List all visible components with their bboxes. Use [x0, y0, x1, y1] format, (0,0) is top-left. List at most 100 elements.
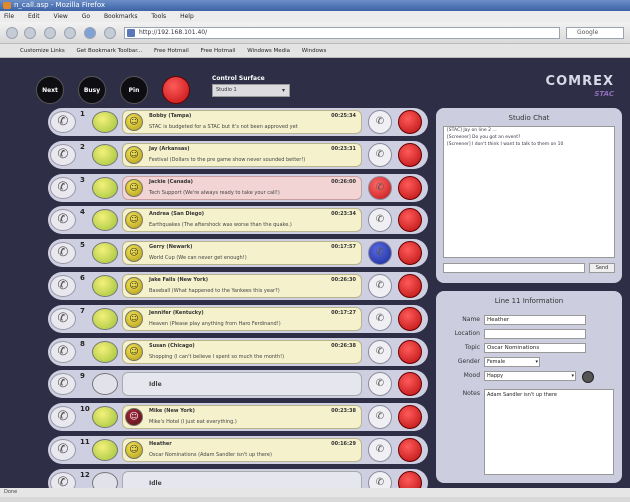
back-icon[interactable]: [6, 27, 18, 39]
call-line-row[interactable]: ✆ 7 ☺ Jennifer (Kentucky) 00:17:27 Heaven (Pl…: [48, 304, 428, 333]
hangup-button[interactable]: [398, 175, 422, 200]
handset-icon[interactable]: ✆: [50, 439, 76, 461]
chat-input[interactable]: [443, 263, 585, 273]
caller-card[interactable]: ☺ Heather 00:16:29 Oscar Nominations (Adam …: [122, 438, 362, 462]
menu-go[interactable]: Go: [82, 13, 90, 20]
stop-icon[interactable]: [64, 27, 76, 39]
handset-icon[interactable]: ✆: [50, 143, 76, 166]
handset-icon[interactable]: ✆: [50, 111, 76, 133]
bookmark-item[interactable]: Get Bookmark Toolbar...: [77, 48, 143, 54]
air-button[interactable]: ✆: [368, 274, 392, 298]
notes-field[interactable]: Adam Sandler isn't up there: [484, 389, 614, 475]
caller-card[interactable]: ☺ Susan (Chicago) 00:26:38 Shopping (I can'…: [122, 339, 362, 364]
menu-edit[interactable]: Edit: [28, 13, 40, 20]
menu-tools[interactable]: Tools: [151, 13, 166, 20]
handset-icon[interactable]: ✆: [50, 242, 76, 265]
call-line-row[interactable]: ✆ 5 ☹ Gerry (Newark) 00:17:57 World Cup (We c…: [48, 239, 428, 268]
bookmark-item[interactable]: Free Hotmail: [201, 48, 236, 54]
bookmark-item[interactable]: Customize Links: [20, 48, 65, 54]
call-line-row[interactable]: ✆ 10 ☺ Mike (New York) 00:23:38 Mike's Hotel …: [48, 403, 428, 432]
air-button[interactable]: ✆: [368, 372, 392, 397]
air-button[interactable]: ✆: [368, 208, 392, 233]
bookmark-item[interactable]: Windows Media: [247, 48, 290, 54]
air-button[interactable]: ✆: [368, 339, 392, 364]
call-line-row[interactable]: ✆ 2 ☺ Jay (Arkansas) 00:23:31 Festival (Dolla…: [48, 140, 428, 169]
control-surface-select[interactable]: Studio 1: [212, 84, 290, 97]
search-input[interactable]: Google: [566, 27, 624, 39]
menu-help[interactable]: Help: [180, 13, 194, 20]
gender-select[interactable]: Female ▾: [484, 357, 540, 367]
next-button[interactable]: Next: [36, 76, 64, 104]
line-status-button[interactable]: [92, 275, 118, 297]
handset-icon[interactable]: ✆: [50, 373, 76, 396]
location-field[interactable]: [484, 329, 586, 339]
call-line-row[interactable]: ✆ 8 ☺ Susan (Chicago) 00:26:38 Shopping (I ca…: [48, 337, 428, 366]
air-button[interactable]: ✆: [368, 241, 392, 266]
menu-view[interactable]: View: [54, 13, 68, 20]
line-status-button[interactable]: [92, 340, 118, 363]
handset-icon[interactable]: ✆: [50, 340, 76, 363]
handset-icon[interactable]: ✆: [50, 275, 76, 297]
call-line-row[interactable]: ✆ 1 ☺ Bobby (Tampa) 00:25:34 STAC is budgeted…: [48, 108, 428, 136]
address-bar[interactable]: http://192.168.101.40/: [124, 27, 560, 39]
call-line-row[interactable]: ✆ 4 ☺ Andrea (San Diego) 00:23:34 Earthquakes…: [48, 206, 428, 235]
caller-card[interactable]: ☺ Andrea (San Diego) 00:23:34 Earthquakes (…: [122, 208, 362, 233]
line-status-button[interactable]: [92, 373, 118, 396]
air-button[interactable]: ✆: [368, 306, 392, 331]
name-field[interactable]: Heather: [484, 315, 586, 325]
send-button[interactable]: Send: [589, 263, 615, 273]
menu-file[interactable]: File: [4, 13, 14, 20]
hangup-button[interactable]: [398, 405, 422, 430]
handset-icon[interactable]: ✆: [50, 209, 76, 232]
line-status-button[interactable]: [92, 143, 118, 166]
line-status-button[interactable]: [92, 176, 118, 199]
call-line-row[interactable]: ✆ 9 Idle ✆: [48, 370, 428, 399]
line-status-button[interactable]: [92, 242, 118, 265]
menu-bookmarks[interactable]: Bookmarks: [104, 13, 138, 20]
air-button[interactable]: ✆: [368, 438, 392, 462]
hangup-button[interactable]: [398, 208, 422, 233]
forward-icon[interactable]: [24, 27, 36, 39]
caller-card[interactable]: ☺ Bobby (Tampa) 00:25:34 STAC is budgeted f…: [122, 110, 362, 134]
caller-card[interactable]: Idle: [122, 372, 362, 397]
air-button[interactable]: ✆: [368, 142, 392, 167]
home-icon[interactable]: [84, 27, 96, 39]
reload-icon[interactable]: [44, 27, 56, 39]
caller-card[interactable]: ☺ Jennifer (Kentucky) 00:17:27 Heaven (Plea…: [122, 306, 362, 331]
hangup-button[interactable]: [398, 110, 422, 134]
caller-card[interactable]: ☺ Jackie (Canada) 00:26:00 Tech Support (We…: [122, 175, 362, 200]
line-status-button[interactable]: [92, 307, 118, 330]
air-button[interactable]: ✆: [368, 175, 392, 200]
busy-button[interactable]: Busy: [78, 76, 106, 104]
go-icon[interactable]: [104, 27, 116, 39]
air-button[interactable]: ✆: [368, 110, 392, 134]
hangup-button[interactable]: [398, 372, 422, 397]
handset-icon[interactable]: ✆: [50, 307, 76, 330]
line-status-button[interactable]: [92, 439, 118, 461]
hangup-button[interactable]: [398, 438, 422, 462]
bookmark-item[interactable]: Free Hotmail: [154, 48, 189, 54]
record-button[interactable]: [162, 76, 190, 104]
topic-field[interactable]: Oscar Nominations: [484, 343, 586, 353]
line-status-button[interactable]: [92, 406, 118, 429]
hangup-button[interactable]: [398, 241, 422, 266]
hangup-button[interactable]: [398, 274, 422, 298]
call-line-row[interactable]: ✆ 6 ☺ Jake Falls (New York) 00:26:30 Baseball…: [48, 272, 428, 300]
handset-icon[interactable]: ✆: [50, 176, 76, 199]
air-button[interactable]: ✆: [368, 405, 392, 430]
line-status-button[interactable]: [92, 209, 118, 232]
caller-card[interactable]: ☺ Mike (New York) 00:23:38 Mike's Hotel (I …: [122, 405, 362, 430]
mood-select[interactable]: Happy ▾: [484, 371, 576, 381]
line-status-button[interactable]: [92, 111, 118, 133]
hangup-button[interactable]: [398, 142, 422, 167]
bookmark-item[interactable]: Windows: [302, 48, 327, 54]
hangup-button[interactable]: [398, 306, 422, 331]
caller-card[interactable]: ☹ Gerry (Newark) 00:17:57 World Cup (We can…: [122, 241, 362, 266]
call-line-row[interactable]: ✆ 3 ☺ Jackie (Canada) 00:26:00 Tech Support (…: [48, 173, 428, 202]
pin-button[interactable]: Pin: [120, 76, 148, 104]
handset-icon[interactable]: ✆: [50, 406, 76, 429]
call-line-row[interactable]: ✆ 11 ☺ Heather 00:16:29 Oscar Nominations (Ad…: [48, 436, 428, 464]
hangup-button[interactable]: [398, 339, 422, 364]
caller-card[interactable]: ☺ Jake Falls (New York) 00:26:30 Baseball (…: [122, 274, 362, 298]
caller-card[interactable]: ☺ Jay (Arkansas) 00:23:31 Festival (Dollars…: [122, 142, 362, 167]
